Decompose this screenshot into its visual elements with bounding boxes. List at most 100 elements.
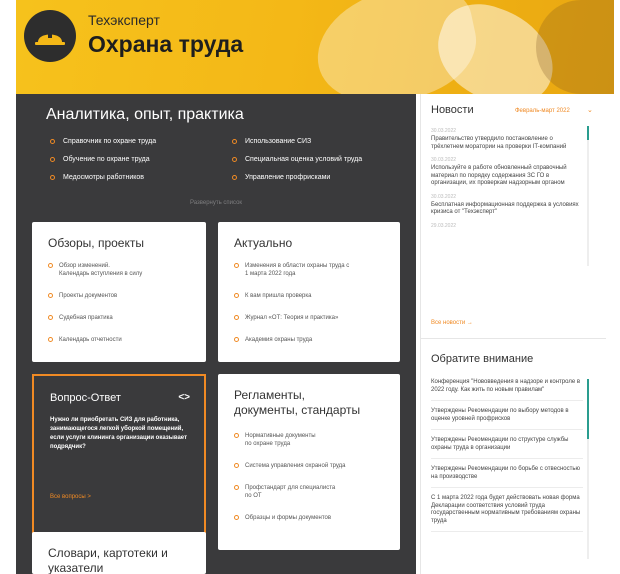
news-date: 30.03.2022 <box>431 193 457 200</box>
news-month-select[interactable]: Февраль-март 2022 <box>515 108 570 114</box>
attention-scrollbar[interactable] <box>587 379 589 559</box>
scrollbar-thumb[interactable] <box>587 379 589 439</box>
news-item[interactable]: 30.03.2022 Правительство утвердило поста… <box>431 128 581 151</box>
regulations-link[interactable]: Образцы и формы документов <box>234 514 394 522</box>
qa-nav-arrows-icon[interactable]: <> <box>178 392 190 403</box>
reviews-link[interactable]: Обзор изменений. Календарь вступления в … <box>48 262 208 278</box>
bullet-icon <box>234 315 239 320</box>
attention-item[interactable]: С 1 марта 2022 года будет действовать но… <box>431 495 583 532</box>
link-label: Профстандарт для специалиста по ОТ <box>245 485 336 499</box>
card-title[interactable]: Регламенты, документы, стандарты <box>234 388 360 418</box>
link-label: Справочник по охране труда <box>63 138 157 145</box>
analytics-link[interactable]: Специальная оценка условий труда <box>232 156 414 163</box>
bullet-icon <box>232 175 237 180</box>
bullet-icon <box>234 293 239 298</box>
link-label: Обучение по охране труда <box>63 156 150 163</box>
analytics-link[interactable]: Медосмотры работников <box>50 174 232 181</box>
qa-card[interactable]: Вопрос-Ответ <> Нужно ли приобретать СИЗ… <box>32 374 206 550</box>
attention-item[interactable]: Утверждены Рекомендации по борьбе с отве… <box>431 466 583 488</box>
regulations-link[interactable]: Нормативные документы по охране труда <box>234 432 394 448</box>
bullet-icon <box>50 139 55 144</box>
bullet-icon <box>234 433 239 438</box>
expand-list-link[interactable]: Развернуть список <box>16 200 416 206</box>
analytics-list: Справочник по охране труда Использование… <box>50 138 420 181</box>
qa-question[interactable]: Нужно ли приобретать СИЗ для работника, … <box>50 416 196 452</box>
attention-panel: Обратите внимание Конференция "Нововведе… <box>420 338 606 574</box>
analytics-link[interactable]: Обучение по охране труда <box>50 156 232 163</box>
bullet-icon <box>48 337 53 342</box>
link-label: Журнал «ОТ: Теория и практика» <box>245 315 339 321</box>
reviews-card: Обзоры, проекты Обзор изменений. Календа… <box>32 222 206 362</box>
attention-item[interactable]: Конференция "Нововведения в надзоре и ко… <box>431 379 583 401</box>
link-label: Медосмотры работников <box>63 174 145 181</box>
hardhat-icon[interactable] <box>24 10 76 62</box>
link-label: Система управления охраной труда <box>245 463 346 469</box>
news-title: Новости <box>431 104 474 116</box>
news-scrollbar[interactable] <box>587 126 589 266</box>
actual-link[interactable]: Журнал «ОТ: Теория и практика» <box>234 314 394 322</box>
analytics-link[interactable]: Справочник по охране труда <box>50 138 232 145</box>
link-label: Академия охраны труда <box>245 337 313 343</box>
bullet-icon <box>234 485 239 490</box>
attention-list: Конференция "Нововведения в надзоре и ко… <box>431 379 583 539</box>
regulations-link[interactable]: Система управления охраной труда <box>234 462 394 470</box>
analytics-title: Аналитика, опыт, практика <box>46 106 244 123</box>
link-label: Нормативные документы по охране труда <box>245 433 316 447</box>
bullet-icon <box>234 337 239 342</box>
brand-subtitle[interactable]: Техэксперт <box>88 12 160 28</box>
actual-link[interactable]: К вам пришла проверка <box>234 292 394 300</box>
news-item[interactable]: 30.03.2022 Бесплатная информационная под… <box>431 194 581 217</box>
brand-title[interactable]: Охрана труда <box>88 31 243 58</box>
bullet-icon <box>234 263 239 268</box>
bullet-icon <box>48 263 53 268</box>
attention-item[interactable]: Утверждены Рекомендации по выбору методо… <box>431 408 583 430</box>
bullet-icon <box>50 175 55 180</box>
bullet-icon <box>232 139 237 144</box>
link-label: Календарь отчетности <box>59 337 122 343</box>
card-title[interactable]: Словари, картотеки и указатели <box>48 546 168 574</box>
bullet-icon <box>48 315 53 320</box>
card-title[interactable]: Актуально <box>234 236 292 251</box>
reviews-list: Обзор изменений. Календарь вступления в … <box>48 262 208 358</box>
regulations-link[interactable]: Профстандарт для специалиста по ОТ <box>234 484 394 500</box>
hardhat-icon-glyph <box>35 30 65 45</box>
all-questions-link[interactable]: Все вопросы > <box>50 494 91 500</box>
regulations-list: Нормативные документы по охране труда Си… <box>234 432 394 536</box>
site-header: Техэксперт Охрана труда <box>16 0 614 94</box>
bullet-icon <box>48 293 53 298</box>
news-date: 30.03.2022 <box>431 128 457 134</box>
link-label: Специальная оценка условий труда <box>245 156 363 163</box>
news-text[interactable]: Правительство утвердило постановление о … <box>431 136 581 151</box>
all-news-link[interactable]: Все новости → <box>431 320 473 326</box>
bullet-icon <box>232 157 237 162</box>
reviews-link[interactable]: Судебная практика <box>48 314 208 322</box>
news-date: 29.03.2022 <box>431 222 457 229</box>
card-title[interactable]: Обзоры, проекты <box>48 236 144 251</box>
actual-link[interactable]: Изменения в области охраны труда с 1 мар… <box>234 262 394 278</box>
news-panel: Новости Февраль-март 2022 ⌄ 30.03.2022 П… <box>420 94 606 338</box>
bullet-icon <box>234 515 239 520</box>
news-text[interactable]: Используйте в работе обновленный справоч… <box>431 165 581 188</box>
link-label: Использование СИЗ <box>245 138 312 145</box>
analytics-link[interactable]: Использование СИЗ <box>232 138 414 145</box>
bullet-icon <box>234 463 239 468</box>
news-item[interactable]: 30.03.2022 Используйте в работе обновлен… <box>431 157 581 188</box>
actual-link[interactable]: Академия охраны труда <box>234 336 394 344</box>
link-label: Судебная практика <box>59 315 113 321</box>
link-label: Изменения в области охраны труда с 1 мар… <box>245 263 350 277</box>
actual-card: Актуально Изменения в области охраны тру… <box>218 222 400 362</box>
actual-list: Изменения в области охраны труда с 1 мар… <box>234 262 394 358</box>
attention-item[interactable]: Утверждены Рекомендации по структуре слу… <box>431 437 583 459</box>
reviews-link[interactable]: Проекты документов <box>48 292 208 300</box>
news-item[interactable]: 29.03.2022 <box>431 223 581 229</box>
reviews-link[interactable]: Календарь отчетности <box>48 336 208 344</box>
news-text[interactable]: Бесплатная информационная поддержка в ус… <box>431 202 581 217</box>
analytics-link[interactable]: Управление профрисками <box>232 174 414 181</box>
qa-title: Вопрос-Ответ <box>50 392 121 404</box>
bullet-icon <box>50 157 55 162</box>
link-label: К вам пришла проверка <box>245 293 312 299</box>
link-label: Управление профрисками <box>245 174 331 181</box>
chevron-down-icon[interactable]: ⌄ <box>587 106 593 114</box>
link-label: Обзор изменений. Календарь вступления в … <box>59 263 143 277</box>
scrollbar-thumb[interactable] <box>587 126 589 140</box>
